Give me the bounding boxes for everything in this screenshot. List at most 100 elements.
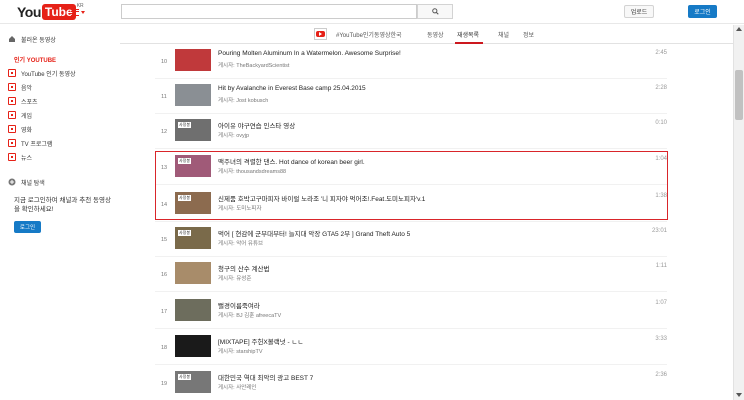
video-title[interactable]: 뻘경이름죽여라 (218, 300, 638, 310)
login-button[interactable]: 로그인 (688, 5, 717, 18)
scrollbar[interactable] (733, 25, 744, 400)
thumbnail-tag: 사정봉 (178, 230, 192, 236)
video-thumbnail[interactable]: 사정봉 (175, 227, 211, 249)
tab-channels[interactable]: 채널 (498, 30, 509, 39)
signin-prompt: 지금 로그인하여 채널과 추천 동영상을 확인하세요! (14, 197, 111, 213)
active-tab-indicator (455, 42, 483, 44)
sidebar-item-label: 불러온 동영상 (21, 37, 56, 44)
tab-videos[interactable]: 동영상 (427, 30, 444, 39)
sidebar-item-music[interactable]: 음악 (8, 82, 32, 92)
sidebar-item-label: 영화 (21, 127, 33, 134)
video-title[interactable]: 청구의 산수 계산법 (218, 263, 638, 273)
tab-playlists[interactable]: 재생목록 (457, 30, 479, 39)
sidebar-item-youtube-popular[interactable]: YouTube 인기 동영상 (8, 68, 76, 78)
sidebar-login-button[interactable]: 로그인 (14, 221, 41, 233)
video-author[interactable]: 게시자: 악어 유튜브 (218, 239, 263, 247)
search-input[interactable] (121, 4, 417, 19)
playlist-row[interactable]: 12 사정봉 아이유 야구연습 인스타 영상 게시자: ovyjp 0:10 (155, 115, 667, 149)
sidebar-item-label: 뉴스 (21, 155, 33, 162)
video-title[interactable]: 먹어 [ 현감에 군부대부터! 늘지대 악장 GTA5 2부 ] Grand T… (218, 228, 638, 238)
sidebar-item-popular[interactable]: 불러온 동영상 (8, 34, 56, 44)
chevron-down-icon (81, 10, 85, 14)
video-author[interactable]: 게시자: BJ 김훈 afreecaTV (218, 311, 281, 319)
video-author[interactable]: 게시자: 유성준 (218, 274, 251, 282)
playlist-row[interactable]: 11 Hit by Avalanche in Everest Base camp … (155, 80, 667, 114)
thumbnail-image (175, 335, 211, 357)
scroll-up-arrow-icon[interactable] (736, 27, 742, 31)
sidebar-item-label: 스포츠 (21, 99, 38, 106)
tv-icon (8, 139, 16, 147)
upload-button[interactable]: 업로드 (624, 5, 654, 18)
video-author[interactable]: 게시자: TheBackyardScientist (218, 61, 289, 69)
search-button[interactable] (417, 4, 453, 19)
video-duration: 3:33 (655, 336, 667, 342)
video-title[interactable]: [MIXTAPE] 주헌X볼랙넛 - ㄴㄴ (218, 336, 638, 346)
playlist-row[interactable]: 17 뻘경이름죽여라 게시자: BJ 김훈 afreecaTV 1:07 (155, 295, 667, 329)
video-duration: 0:10 (655, 120, 667, 126)
sidebar-item-movies[interactable]: 영화 (8, 124, 32, 134)
video-duration: 1:07 (655, 300, 667, 306)
guide-sidebar: 불러온 동영상 인기 YOUTUBE YouTube 인기 동영상 음악 스포츠… (0, 25, 120, 400)
play-icon (316, 31, 325, 37)
sidebar-item-sports[interactable]: 스포츠 (8, 96, 38, 106)
sidebar-item-browse-channels[interactable]: 채널 탐색 (8, 177, 45, 187)
video-author[interactable]: 게시자: Jost kobusch (218, 96, 268, 104)
sidebar-item-news[interactable]: 뉴스 (8, 152, 32, 162)
playlist-row[interactable]: 19 사정봉 대한민국 역대 최악의 광고 BEST 7 게시자: 사안레인 2:36 (155, 367, 667, 400)
row-index: 19 (160, 381, 168, 387)
video-thumbnail[interactable] (175, 84, 211, 106)
video-author[interactable]: 게시자: starshipTV (218, 347, 263, 355)
thumbnail-image (175, 262, 211, 284)
thumbnail-image (175, 84, 211, 106)
video-thumbnail[interactable] (175, 299, 211, 321)
youtube-playlist-page: You Tube KR 업로드 로그인 불러온 동영상 인기 YOUTUBE Y… (0, 0, 744, 400)
playlist-row[interactable]: 16 청구의 산수 계산법 게시자: 유성준 1:11 (155, 258, 667, 292)
video-title[interactable]: 아이유 야구연습 인스타 영상 (218, 120, 638, 130)
scroll-down-arrow-icon[interactable] (736, 393, 742, 397)
playlist-row[interactable]: 15 사정봉 먹어 [ 현감에 군부대부터! 늘지대 악장 GTA5 2부 ] Gr… (155, 223, 667, 257)
thumbnail-tag: 사정봉 (178, 122, 192, 128)
channel-name[interactable]: #YouTube인기동영상한국 (336, 30, 402, 39)
video-author[interactable]: 게시자: 사안레인 (218, 383, 256, 391)
playlist-row[interactable]: 10 Pouring Molten Aluminum In a Watermelo… (155, 45, 667, 79)
row-index: 10 (160, 59, 168, 65)
music-icon (8, 83, 16, 91)
channel-avatar[interactable] (314, 28, 327, 40)
plus-circle-icon (8, 178, 16, 186)
sidebar-item-label: 게임 (21, 113, 33, 120)
sidebar-item-tv[interactable]: TV 프로그램 (8, 138, 52, 148)
row-index: 16 (160, 272, 168, 278)
thumbnail-tag: 사정봉 (178, 374, 192, 380)
video-duration: 2:45 (655, 50, 667, 56)
thumbnail-image (175, 299, 211, 321)
tab-about[interactable]: 정보 (523, 30, 534, 39)
sidebar-section-title: 인기 YOUTUBE (14, 58, 57, 64)
movies-icon (8, 125, 16, 133)
scroll-thumb[interactable] (735, 70, 743, 120)
news-icon (8, 153, 16, 161)
video-thumbnail[interactable] (175, 335, 211, 357)
home-icon (8, 35, 16, 43)
video-thumbnail[interactable] (175, 49, 211, 71)
row-index: 12 (160, 129, 168, 135)
gaming-icon (8, 111, 16, 119)
row-index: 17 (160, 309, 168, 315)
video-title[interactable]: Pouring Molten Aluminum In a Watermelon.… (218, 50, 638, 57)
video-title[interactable]: 대한민국 역대 최악의 광고 BEST 7 (218, 372, 638, 382)
masthead: You Tube KR 업로드 로그인 (0, 0, 744, 24)
sidebar-item-label: 채널 탐색 (21, 180, 45, 187)
video-thumbnail[interactable]: 사정봉 (175, 119, 211, 141)
video-title[interactable]: Hit by Avalanche in Everest Base camp 25… (218, 85, 638, 92)
sidebar-item-label: YouTube 인기 동영상 (21, 71, 76, 78)
video-thumbnail[interactable]: 사정봉 (175, 371, 211, 393)
video-thumbnail[interactable] (175, 262, 211, 284)
sidebar-item-gaming[interactable]: 게임 (8, 110, 32, 120)
video-author[interactable]: 게시자: ovyjp (218, 131, 249, 139)
video-duration: 2:36 (655, 372, 667, 378)
video-duration: 1:11 (655, 263, 667, 269)
row-index: 15 (160, 237, 168, 243)
guide-menu-button[interactable] (71, 7, 85, 17)
playlist-row[interactable]: 18 [MIXTAPE] 주헌X볼랙넛 - ㄴㄴ 게시자: starshipTV 3:… (155, 331, 667, 365)
sidebar-item-label: TV 프로그램 (21, 141, 53, 148)
search-icon (431, 8, 439, 15)
